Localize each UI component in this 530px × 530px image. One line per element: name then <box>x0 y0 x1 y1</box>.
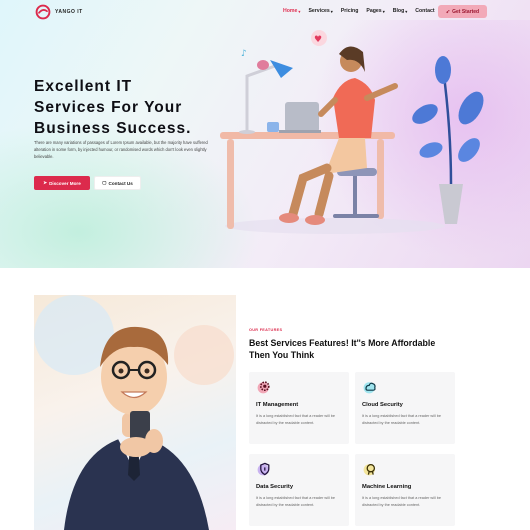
get-started-button[interactable]: ➹ Get Started <box>438 5 487 18</box>
contact-us-button[interactable]: ▢ Contact Us <box>94 176 141 190</box>
card-title: Machine Learning <box>362 484 412 490</box>
send-icon: ➤ <box>43 180 48 185</box>
chevron-down-icon: ▾ <box>382 8 385 14</box>
avatar-man-illustration <box>34 295 234 530</box>
menu-item-blog[interactable]: Blog ▾ <box>393 8 408 14</box>
get-started-label: Get Started <box>452 8 480 15</box>
card-text: It is a long established fact that a rea… <box>256 496 335 507</box>
chevron-down-icon: ▾ <box>298 8 301 14</box>
hero-title: Excellent IT Services For Your Business … <box>34 76 234 139</box>
card-text: It is a long established fact that a rea… <box>256 414 335 425</box>
hero-illustration: ♪ ♥ <box>220 30 484 234</box>
card-text: It is a long established fact that a rea… <box>362 414 441 425</box>
menu-item-services[interactable]: Services ▾ <box>308 8 332 14</box>
hero-title-line: Excellent IT <box>34 78 133 95</box>
rocket-icon: ➹ <box>445 8 451 15</box>
card-title: Data Security <box>256 484 294 490</box>
logo-icon <box>35 4 51 20</box>
contact-us-label: Contact Us <box>108 180 133 186</box>
section-tag: OUR FEATURES <box>249 328 283 332</box>
businessman-illustration <box>34 295 236 530</box>
cloud-icon <box>363 382 376 394</box>
menu-item-home[interactable]: Home ▾ <box>283 8 300 14</box>
menu-label: Pages <box>366 8 382 14</box>
feature-card-machine-learning[interactable]: Machine Learning It is a long establishe… <box>355 454 455 526</box>
menu-label: Blog <box>392 8 405 14</box>
menu-item-pages[interactable]: Pages ▾ <box>366 8 384 14</box>
hero-section: YANGO IT Home ▾ Services ▾ Pricing Pages ▾ … <box>0 0 530 268</box>
top-navbar: YANGO IT Home ▾ Services ▾ Pricing Pages ▾ … <box>0 0 530 24</box>
card-title: Cloud Security <box>362 402 403 408</box>
feature-card-cloud-security[interactable]: Cloud Security It is a long established … <box>355 372 455 444</box>
hero-title-line: Services For Your <box>34 99 183 116</box>
main-menu: Home ▾ Services ▾ Pricing Pages ▾ Blog ▾ Con… <box>283 8 435 14</box>
hero-title-line: Business Success. <box>34 120 192 137</box>
menu-label: Services <box>308 8 330 14</box>
feature-card-data-security[interactable]: Data Security It is a long established f… <box>249 454 349 526</box>
menu-item-contact[interactable]: Contact <box>415 8 434 14</box>
ml-icon <box>363 463 376 476</box>
menu-item-pricing[interactable]: Pricing <box>341 8 359 14</box>
card-text: It is a long established fact that a rea… <box>362 496 441 507</box>
hero-description: There are many variations of passages of… <box>34 140 208 160</box>
svg-text:♪: ♪ <box>241 49 247 59</box>
discover-more-button[interactable]: ➤ Discover More <box>34 176 90 190</box>
shield-icon <box>257 462 270 476</box>
chat-icon: ▢ <box>102 180 107 185</box>
gear-icon <box>257 381 270 394</box>
menu-label: Home <box>283 8 298 14</box>
menu-label: Contact <box>415 8 435 14</box>
discover-more-label: Discover More <box>49 180 81 186</box>
menu-label: Pricing <box>340 8 359 14</box>
svg-text:♥: ♥ <box>314 35 322 45</box>
brand-name: YANGO IT <box>55 9 83 15</box>
brand-logo[interactable]: YANGO IT <box>35 4 83 20</box>
feature-card-it-management[interactable]: IT Management It is a long established f… <box>249 372 349 444</box>
chevron-down-icon: ▾ <box>330 8 333 14</box>
chevron-down-icon: ▾ <box>405 8 408 14</box>
section-title: Best Services Features! It''s More Affor… <box>249 338 436 360</box>
card-title: IT Management <box>256 402 299 408</box>
